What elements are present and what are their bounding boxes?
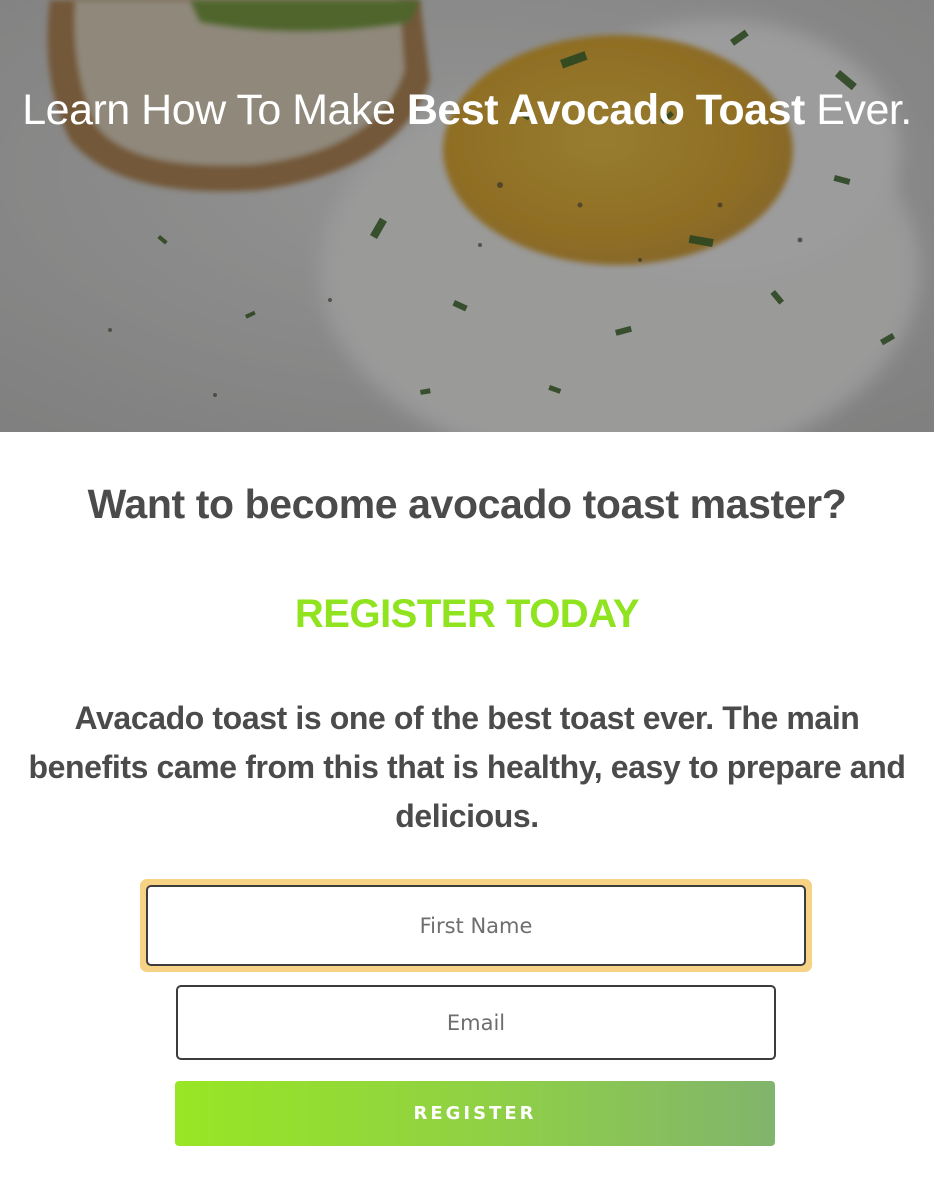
email-placeholder: Email [446, 1010, 506, 1035]
hero-title: Learn How To Make Best Avocado Toast Eve… [0, 82, 934, 138]
register-button[interactable]: REGISTER [175, 1081, 775, 1146]
hero-title-emphasis: Best Avocado Toast [406, 86, 806, 134]
landing-page: Learn How To Make Best Avocado Toast Eve… [0, 0, 934, 1204]
hero-dark-overlay [0, 0, 934, 432]
first-name-placeholder: First Name [419, 913, 533, 938]
page-headline: Want to become avocado toast master? [87, 481, 847, 527]
hero-title-prefix: Learn How To Make [22, 86, 407, 134]
hero-title-suffix: Ever. [804, 86, 912, 134]
register-today-heading: REGISTER TODAY [294, 592, 640, 636]
hero-section: Learn How To Make Best Avocado Toast Eve… [0, 0, 934, 432]
email-field[interactable]: Email [176, 985, 776, 1060]
first-name-field[interactable]: First Name [146, 885, 806, 966]
description-text: Avacado toast is one of the best toast e… [28, 700, 906, 834]
